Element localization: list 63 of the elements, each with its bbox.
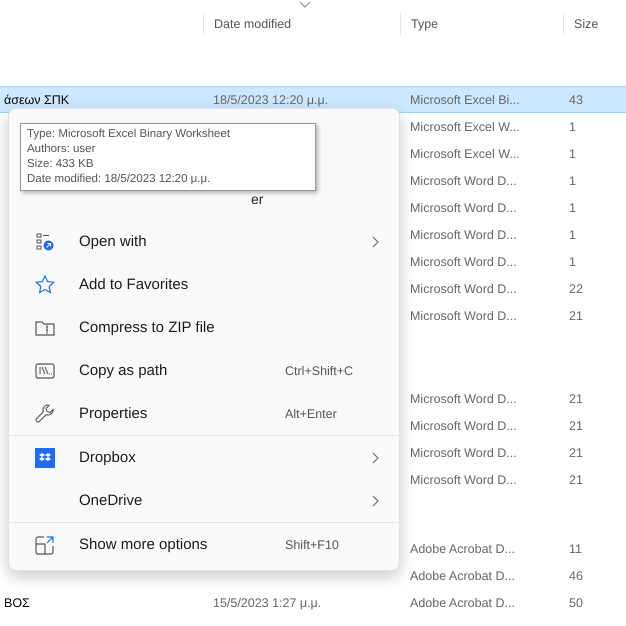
file-type: Microsoft Word D...	[410, 472, 517, 486]
file-size: 22	[569, 282, 583, 296]
file-type: Microsoft Word D...	[410, 446, 517, 460]
dropbox-icon	[35, 448, 55, 468]
file-type: Microsoft Word D...	[410, 228, 517, 242]
column-header[interactable]: Type	[400, 13, 563, 35]
file-type: Microsoft Word D...	[410, 200, 517, 214]
shortcut-label: Shift+F10	[285, 538, 340, 552]
file-type: Microsoft Word D...	[410, 308, 517, 322]
zip-folder-icon	[35, 319, 55, 336]
file-size: 21	[569, 446, 583, 460]
file-size: 1	[569, 228, 576, 242]
shortcut-label: Alt+Enter	[285, 406, 338, 420]
tooltip-line: Date modified: 18/5/2023 12:20 μ.μ.	[27, 172, 212, 187]
file-size: 1	[569, 200, 576, 214]
file-size: 21	[569, 308, 583, 322]
file-type: Microsoft Word D...	[410, 392, 517, 406]
shortcut-label: Ctrl+Shift+C	[285, 364, 354, 378]
file-type: Microsoft Word D...	[410, 174, 517, 188]
file-size: 11	[569, 542, 582, 556]
file-size: 21	[569, 472, 583, 486]
menu-item[interactable]: Properties Alt+Enter	[13, 392, 395, 435]
file-size: 43	[569, 92, 583, 106]
file-type: Microsoft Excel W...	[410, 146, 520, 160]
file-type: Adobe Acrobat D...	[410, 542, 515, 556]
file-type: Microsoft Word D...	[410, 254, 517, 268]
file-size: 1	[569, 254, 576, 268]
file-size: 50	[569, 596, 583, 610]
wrench-icon	[35, 404, 55, 424]
open-with-icon	[36, 232, 54, 250]
menu-item[interactable]: Open with	[13, 220, 395, 263]
menu-item[interactable]: Dropbox	[13, 436, 395, 479]
file-type: Microsoft Excel Bi...	[410, 92, 520, 106]
file-type: Microsoft Word D...	[410, 282, 517, 296]
column-header[interactable]: Size	[563, 13, 626, 35]
tooltip-line: Authors: user	[27, 142, 96, 157]
file-size: 21	[569, 392, 583, 406]
file-date: 18/5/2023 12:20 μ.μ.	[213, 92, 328, 106]
file-type: Adobe Acrobat D...	[410, 568, 515, 582]
file-type: Adobe Acrobat D...	[410, 596, 515, 610]
file-size: 1	[569, 174, 576, 188]
menu-item[interactable]: OneDrive	[13, 479, 395, 522]
file-name: άσεων ΣΠΚ	[4, 92, 70, 106]
file-name: ΒΟΣ	[4, 596, 30, 610]
star-icon	[35, 275, 55, 294]
menu-item-label: er	[251, 190, 264, 206]
file-size: 21	[569, 418, 583, 432]
file-size: 46	[569, 568, 583, 582]
file-row[interactable]: ΒΟΣ 15/5/2023 1:27 μ.μ. Adobe Acrobat D... 50	[0, 589, 626, 616]
file-size: 1	[569, 146, 576, 160]
expand-icon	[35, 534, 55, 554]
file-type: Microsoft Excel W...	[410, 120, 520, 134]
tooltip-line: Size: 433 KB	[27, 157, 94, 172]
menu-item[interactable]: Add to Favorites	[13, 263, 395, 306]
column-header[interactable]: Date modified	[203, 13, 400, 35]
copy-path-icon	[35, 362, 55, 378]
menu-item[interactable]: Show more options Shift+F10	[13, 523, 395, 566]
tooltip-line: Type: Microsoft Excel Binary Worksheet	[27, 127, 232, 142]
menu-item[interactable]: Compress to ZIP file	[13, 306, 395, 349]
file-date: 15/5/2023 1:27 μ.μ.	[213, 596, 322, 610]
file-size: 1	[569, 120, 576, 134]
menu-item[interactable]: Copy as path Ctrl+Shift+C	[13, 349, 395, 392]
file-type: Microsoft Word D...	[410, 418, 517, 432]
